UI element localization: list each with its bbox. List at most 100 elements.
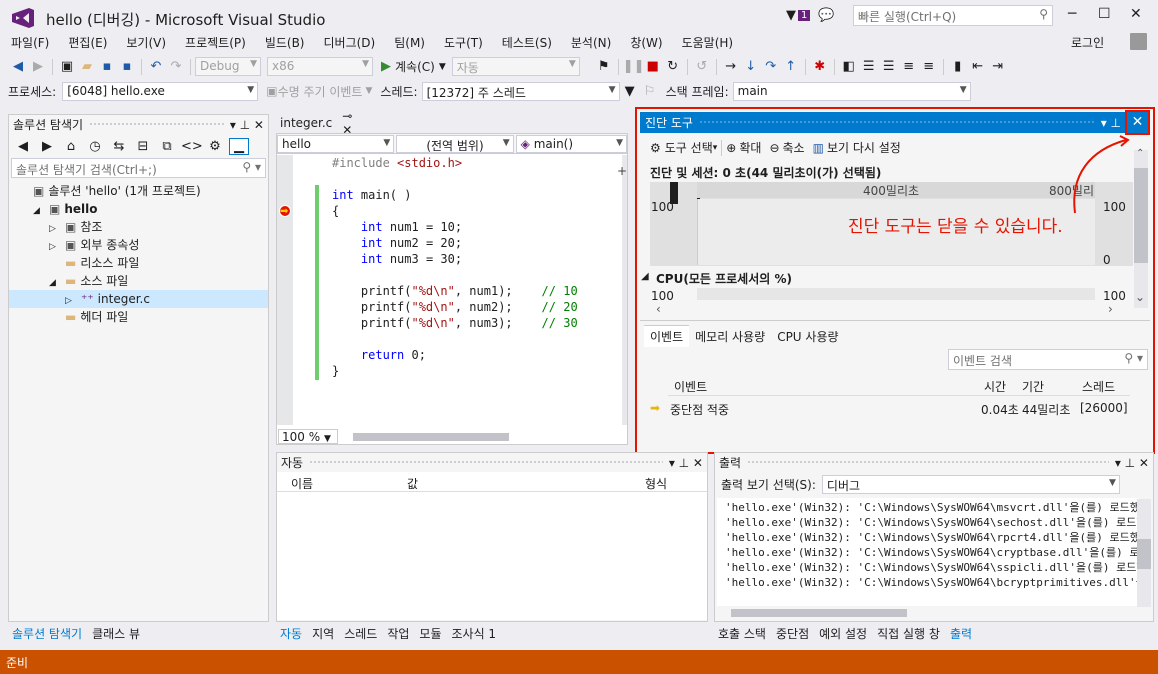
tab-3[interactable]: 직접 실행 창 <box>877 625 940 642</box>
diagnostics-tab-2[interactable]: CPU 사용량 <box>771 326 844 347</box>
tab-0[interactable]: 호출 스택 <box>718 625 766 642</box>
save-icon[interactable]: ▪ <box>97 59 117 74</box>
tab-1[interactable]: 지역 <box>312 625 334 642</box>
menu-item-3[interactable]: 프로젝트(P) <box>185 34 246 51</box>
column-duration[interactable]: 기간 <box>1022 378 1044 395</box>
configuration-dropdown[interactable]: Debug ▼ <box>195 57 261 76</box>
redo-icon[interactable]: ↷ <box>166 59 186 74</box>
tab-2[interactable]: 예외 설정 <box>819 625 867 642</box>
scroll-right-icon[interactable]: › <box>1108 302 1113 316</box>
flag-threads-icon[interactable]: ⚐ <box>640 84 660 99</box>
code-line[interactable] <box>332 267 578 283</box>
scroll-left-icon[interactable]: ‹ <box>656 302 661 316</box>
menu-item-11[interactable]: 도움말(H) <box>682 34 734 51</box>
pin-icon[interactable]: ▾ ⊥ ✕ <box>1115 456 1149 470</box>
output-vertical-scrollbar[interactable] <box>1137 499 1151 607</box>
table-row[interactable]: ➡ 중단점 적중 0.04초 44밀리초 [26000] <box>648 400 1130 418</box>
tree-item[interactable]: ◢ ▬ 소스 파일 <box>9 272 268 290</box>
properties-icon[interactable]: ⚙ <box>205 139 225 154</box>
menu-item-2[interactable]: 보기(V) <box>126 34 166 51</box>
menu-item-1[interactable]: 편집(E) <box>68 34 107 51</box>
menu-item-8[interactable]: 테스트(S) <box>502 34 552 51</box>
uncomment-icon[interactable]: ≡ <box>919 59 939 74</box>
step-out-icon[interactable]: ↑ <box>781 59 801 74</box>
sync-icon[interactable]: ⇆ <box>109 139 129 154</box>
tab-1[interactable]: 클래스 뷰 <box>92 625 140 642</box>
column-time[interactable]: 시간 <box>984 378 1006 395</box>
tab-5[interactable]: 조사식 1 <box>452 625 497 642</box>
menu-item-10[interactable]: 창(W) <box>630 34 662 51</box>
code-line[interactable]: int main( ) <box>332 187 578 203</box>
scroll-down-icon[interactable]: ⌄ <box>1135 290 1145 304</box>
find-icon[interactable]: ⚑ <box>594 59 614 74</box>
tree-item[interactable]: ▷ ▣ 참조 <box>9 218 268 236</box>
code-line[interactable]: } <box>332 363 578 379</box>
code-line[interactable] <box>332 331 578 347</box>
tab-3[interactable]: 작업 <box>387 625 409 642</box>
feedback-icon[interactable]: 💬 <box>818 8 834 23</box>
open-folder-icon[interactable]: ▰ <box>77 59 97 74</box>
drag-grip[interactable] <box>698 120 1095 125</box>
home-icon[interactable]: ⌂ <box>61 139 81 154</box>
column-value[interactable]: 값 <box>407 475 418 492</box>
outdent-icon[interactable]: ☰ <box>879 59 899 74</box>
expanded-triangle-icon[interactable]: ◢ <box>49 274 65 292</box>
code-line[interactable]: printf("%d\n", num2); // 20 <box>332 299 578 315</box>
editor-horizontal-scrollbar[interactable] <box>353 433 509 441</box>
platform-dropdown[interactable]: x86 ▼ <box>267 57 373 76</box>
avatar[interactable] <box>1130 33 1147 50</box>
bookmark-icon[interactable]: ▮ <box>948 59 968 74</box>
code-line[interactable]: int num1 = 10; <box>332 219 578 235</box>
step-over-icon[interactable]: ↷ <box>761 59 781 74</box>
menu-item-7[interactable]: 도구(T) <box>444 34 483 51</box>
collapse-icon[interactable]: ⊟ <box>133 139 153 154</box>
column-event[interactable]: 이벤트 <box>674 378 707 395</box>
restart-icon[interactable]: ↻ <box>663 59 683 74</box>
continue-button[interactable]: ▶ 계속(C) ▼ <box>381 58 446 75</box>
expanded-triangle-icon[interactable]: ◢ <box>33 202 49 220</box>
stackframe-dropdown[interactable]: main ▼ <box>732 81 971 101</box>
code-line[interactable]: #include <stdio.h> <box>332 155 578 171</box>
preview-icon[interactable]: ▁ <box>229 137 249 155</box>
output-horizontal-scrollbar[interactable] <box>731 609 907 617</box>
select-tool-button[interactable]: ⚙ 도구 선택 ▾ <box>650 139 717 156</box>
code-line[interactable]: int num2 = 20; <box>332 235 578 251</box>
reset-view-button[interactable]: ▥ 보기 다시 설정 <box>813 139 901 156</box>
stop-icon[interactable]: ■ <box>643 59 663 74</box>
undo-icon[interactable]: ↶ <box>146 59 166 74</box>
code-line[interactable]: printf("%d\n", num3); // 30 <box>332 315 578 331</box>
tree-item[interactable]: ▷ ▣ 외부 종속성 <box>9 236 268 254</box>
expand-triangle-icon[interactable]: ◢ <box>641 271 649 282</box>
back-icon[interactable]: ◀ <box>13 139 33 154</box>
drag-grip[interactable] <box>309 460 663 465</box>
indent-icon[interactable]: ☰ <box>859 59 879 74</box>
split-icon[interactable]: + <box>617 164 627 178</box>
forward-icon[interactable]: ▶ <box>37 139 57 154</box>
pin-icon[interactable]: ▾ ⊥ ✕ <box>230 118 264 132</box>
tab-1[interactable]: 중단점 <box>776 625 809 642</box>
save-all-icon[interactable]: ▪ <box>117 59 137 74</box>
toolbox-icon[interactable]: ◧ <box>839 59 859 74</box>
drag-grip[interactable] <box>89 122 224 127</box>
notifications[interactable]: ▼ 1 💬 <box>786 8 835 23</box>
show-next-statement-icon[interactable]: → <box>721 59 741 74</box>
menu-item-0[interactable]: 파일(F) <box>11 34 49 51</box>
menu-item-9[interactable]: 분석(N) <box>571 34 611 51</box>
code-line[interactable]: { <box>332 203 578 219</box>
maximize-button[interactable]: ☐ <box>1098 6 1111 22</box>
column-name[interactable]: 이름 <box>291 475 313 492</box>
diagnostics-vertical-scrollbar[interactable] <box>1134 150 1148 308</box>
code-line[interactable]: return 0; <box>332 347 578 363</box>
solution-search-input[interactable]: 솔루션 탐색기 검색(Ctrl+;) ⚲ ▾ <box>11 158 266 178</box>
pause-icon[interactable]: ❚❚ <box>623 59 645 74</box>
menu-item-6[interactable]: 팀(M) <box>394 34 425 51</box>
column-type[interactable]: 형식 <box>645 475 667 492</box>
lifecycle-events-button[interactable]: ▣ 수명 주기 이벤트 ▼ <box>266 83 372 100</box>
show-all-icon[interactable]: ⧉ <box>157 139 177 154</box>
hot-reload-icon[interactable]: ↺ <box>692 59 712 74</box>
pin-icon[interactable]: ▾ ⊥ ✕ <box>669 456 703 470</box>
event-search-input[interactable]: 이벤트 검색 ⚲ ▾ <box>948 349 1148 370</box>
project-scope-dropdown[interactable]: hello ▼ <box>277 134 395 153</box>
code-line[interactable]: int num3 = 30; <box>332 251 578 267</box>
code-lines[interactable]: #include <stdio.h> int main( ){ int num1 … <box>332 155 578 379</box>
